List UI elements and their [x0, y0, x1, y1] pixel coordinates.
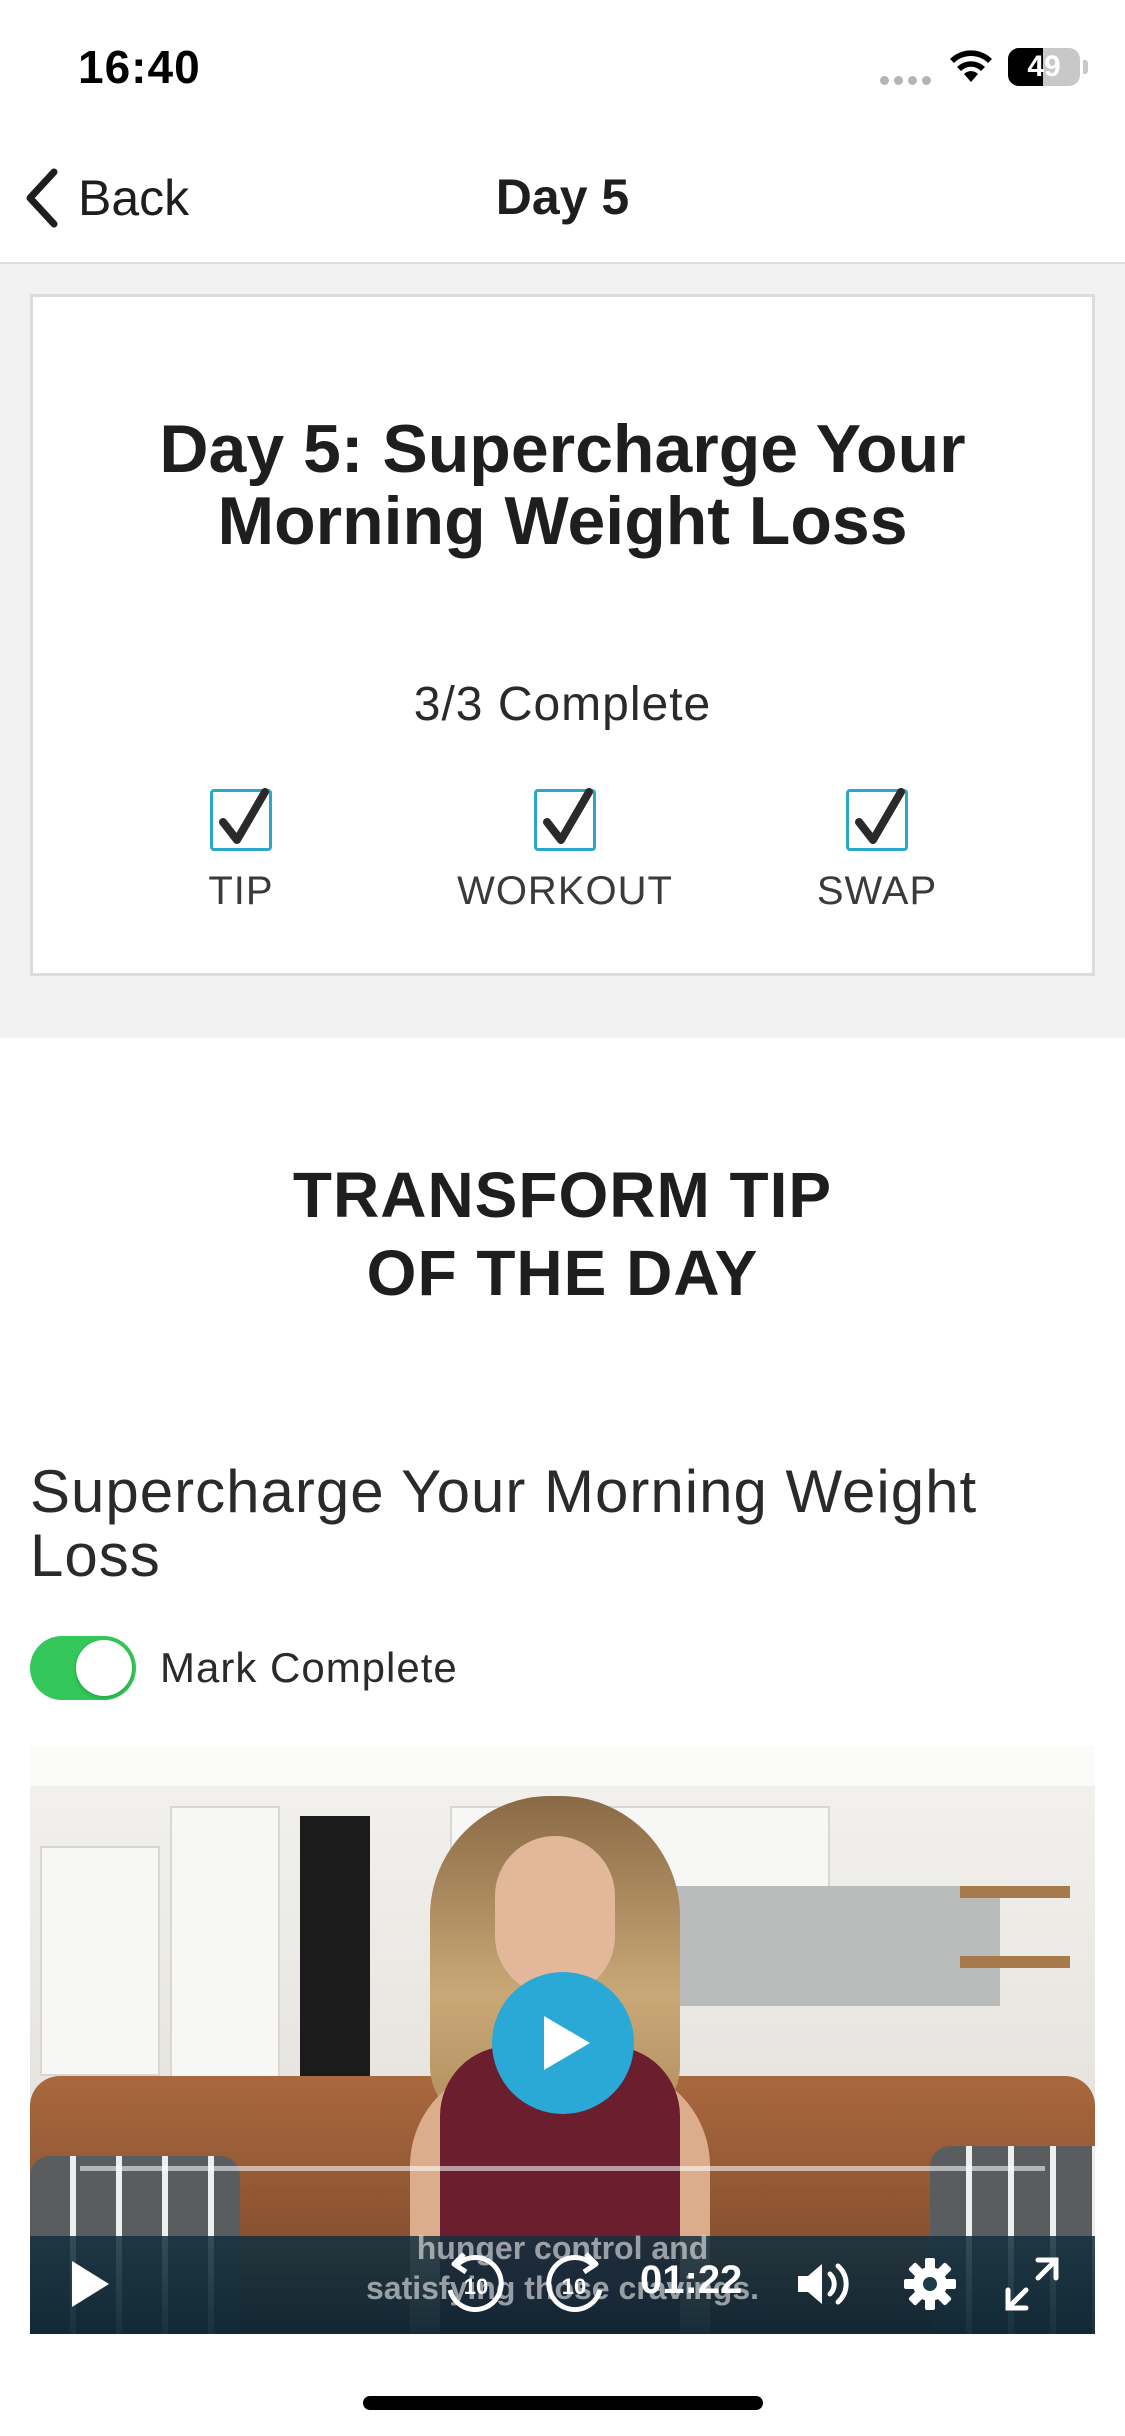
skip-back-label: 10: [464, 2274, 488, 2299]
mark-complete-row: Mark Complete: [30, 1636, 458, 1700]
toggle-knob: [76, 1640, 132, 1696]
task-swap: SWAP: [737, 788, 1017, 914]
mark-complete-toggle[interactable]: [30, 1636, 136, 1700]
video-player[interactable]: hunger control and satisfying those crav…: [30, 1746, 1095, 2334]
video-frame-ceiling: [30, 1746, 1095, 1786]
page-title: Day 5: [495, 169, 630, 225]
cellular-signal-icon: [880, 76, 931, 85]
wifi-icon: [950, 50, 992, 82]
task-tip: TIP: [101, 788, 381, 914]
task-label: TIP: [208, 869, 274, 913]
video-frame-shelf: [960, 1886, 1070, 1898]
battery-percent: 49: [1027, 50, 1061, 83]
skip-forward-label: 10: [562, 2274, 586, 2299]
task-label: WORKOUT: [457, 869, 673, 913]
progress-card: Day 5: Supercharge Your Morning Weight L…: [30, 294, 1095, 976]
tip-subtitle: Supercharge Your Morning Weight Loss: [30, 1458, 978, 1589]
task-workout: WORKOUT: [425, 788, 705, 914]
completion-count: 3/3 Complete: [413, 678, 712, 731]
video-frame-cabinet: [170, 1806, 280, 2086]
video-frame-cabinet: [40, 1846, 160, 2076]
tip-checkbox[interactable]: [210, 788, 272, 851]
status-bar: 16:40 49: [0, 0, 1125, 140]
play-icon: [544, 2016, 590, 2070]
navigation-bar: Back Day 5: [0, 140, 1125, 264]
tip-heading-line1: TRANSFORM TIP: [292, 1159, 833, 1231]
video-frame-shelf: [960, 1956, 1070, 1968]
checkmark-icon: [219, 788, 269, 844]
skip-back-icon[interactable]: 10: [438, 2250, 510, 2318]
skip-forward-icon[interactable]: 10: [540, 2250, 612, 2318]
battery-icon: 49: [1008, 48, 1080, 86]
tip-heading-line2: OF THE DAY: [366, 1237, 759, 1309]
video-time: 01:22: [640, 2258, 743, 2302]
fullscreen-icon[interactable]: [1004, 2256, 1060, 2312]
day-title: Day 5: Supercharge Your Morning Weight L…: [159, 411, 966, 559]
video-frame-backsplash: [670, 1886, 1000, 2006]
video-progress-track[interactable]: [80, 2166, 1045, 2171]
volume-icon[interactable]: [794, 2258, 854, 2310]
checkmark-icon: [543, 788, 593, 844]
mark-complete-label: Mark Complete: [160, 1644, 458, 1691]
task-label: SWAP: [816, 869, 938, 913]
status-time: 16:40: [78, 41, 201, 93]
progress-section: Day 5: Supercharge Your Morning Weight L…: [0, 264, 1125, 1038]
battery-cap: [1083, 60, 1088, 74]
tip-heading: TRANSFORM TIP OF THE DAY: [0, 1156, 1125, 1312]
checkmark-icon: [855, 788, 905, 844]
play-icon[interactable]: [68, 2258, 112, 2310]
workout-checkbox[interactable]: [534, 788, 596, 851]
home-indicator[interactable]: [363, 2396, 763, 2410]
swap-checkbox[interactable]: [846, 788, 908, 851]
settings-gear-icon[interactable]: [902, 2256, 958, 2312]
video-frame-door: [300, 1816, 370, 2116]
play-button-large[interactable]: [492, 1972, 634, 2114]
